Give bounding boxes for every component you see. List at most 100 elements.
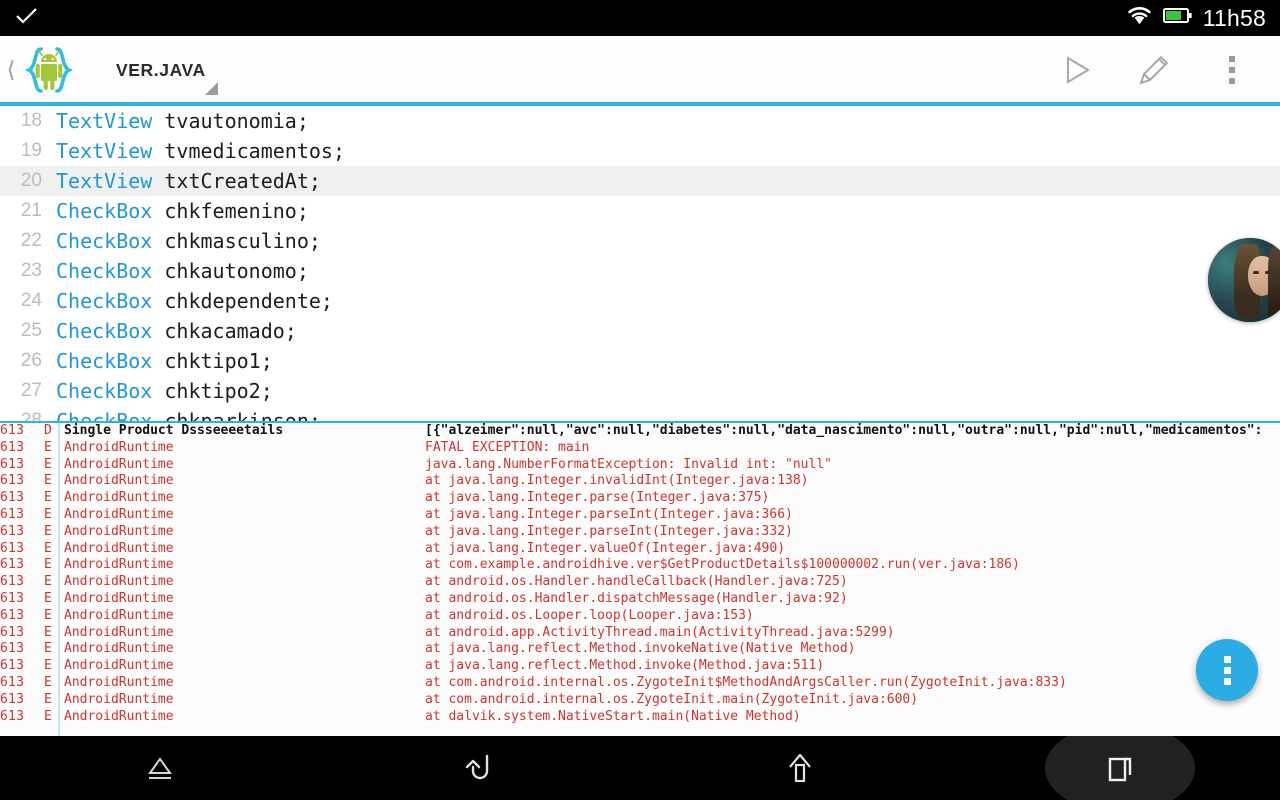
line-number: 18: [20, 110, 42, 131]
logcat-row[interactable]: 7613 E AndroidRuntime at java.lang.reflect.…: [0, 658, 1280, 675]
code-token-type: CheckBox: [56, 409, 153, 421]
run-play-icon[interactable]: [1054, 48, 1098, 92]
code-token-punctuation: ;: [308, 409, 321, 421]
code-text: TextView tvmedicamentos;: [56, 136, 345, 166]
code-token-type: TextView: [56, 139, 153, 163]
line-number: 23: [20, 260, 42, 281]
logcat-tag: AndroidRuntime: [64, 641, 174, 657]
avatar-photo-detail: [1265, 271, 1271, 274]
code-token-punctuation: ;: [296, 259, 309, 283]
overflow-menu-icon[interactable]: [1210, 48, 1254, 92]
logcat-row[interactable]: 7613 E AndroidRuntime at android.os.Handler…: [0, 574, 1280, 591]
code-token-punctuation: ;: [260, 349, 273, 373]
overflow-menu-icon: [1223, 655, 1231, 685]
code-token-identifier: tvmedicamentos: [164, 139, 333, 163]
avatar[interactable]: [1208, 238, 1280, 322]
logcat-row[interactable]: 7613 E AndroidRuntime at com.example.androi…: [0, 557, 1280, 574]
system-navigation-bar: [0, 736, 1280, 800]
logcat-row[interactable]: 7613 E AndroidRuntime at android.os.Looper.…: [0, 608, 1280, 625]
logcat-level: E: [44, 658, 52, 674]
code-line[interactable]: 25 CheckBox chkacamado;: [0, 316, 1280, 346]
code-token-identifier: tvautonomia: [164, 109, 297, 133]
logcat-pid: 7613: [0, 473, 25, 489]
logcat-tag: AndroidRuntime: [64, 674, 174, 690]
code-token-identifier: chkfemenino: [164, 199, 297, 223]
logcat-message: at com.android.internal.os.ZygoteInit$Me…: [425, 674, 1067, 690]
logcat-message: at android.os.Handler.handleCallback(Han…: [425, 574, 848, 590]
line-number: 20: [20, 170, 42, 191]
logcat-tag: AndroidRuntime: [64, 490, 174, 506]
code-token-type: CheckBox: [56, 349, 153, 373]
floating-action-button[interactable]: [1196, 639, 1258, 701]
logcat-pid: 7613: [0, 540, 25, 556]
code-line[interactable]: 23 CheckBox chkautonomo;: [0, 256, 1280, 286]
code-line[interactable]: 19 TextView tvmedicamentos;: [0, 136, 1280, 166]
logcat-message: at android.os.Handler.dispatchMessage(Ha…: [425, 590, 848, 606]
logcat-level: D: [44, 423, 52, 438]
code-line[interactable]: 26 CheckBox chktipo1;: [0, 346, 1280, 376]
code-text: CheckBox chktipo1;: [56, 346, 273, 376]
logcat-level: E: [44, 523, 52, 539]
logcat-row[interactable]: 7613 E AndroidRuntime at java.lang.reflect.…: [0, 641, 1280, 658]
logcat-row[interactable]: 7613 E AndroidRuntime at java.lang.Integer.…: [0, 473, 1280, 490]
logcat-tag: AndroidRuntime: [64, 439, 174, 455]
line-number: 28: [20, 410, 42, 421]
logcat-row[interactable]: 7613 E AndroidRuntime at java.lang.Integer.…: [0, 541, 1280, 558]
code-line[interactable]: 27 CheckBox chktipo2;: [0, 376, 1280, 406]
code-line[interactable]: 28 CheckBox chkparkinson;: [0, 406, 1280, 421]
code-line[interactable]: 22 CheckBox chkmasculino;: [0, 226, 1280, 256]
logcat-row[interactable]: 7613 E AndroidRuntime at java.lang.Integer.…: [0, 524, 1280, 541]
logcat-tag: AndroidRuntime: [64, 557, 174, 573]
logcat-tag: AndroidRuntime: [64, 624, 174, 640]
app-toolbar: ⟨ VER.JAVA: [0, 36, 1280, 104]
logcat-level: E: [44, 506, 52, 522]
toolbar-left-group: ⟨ VER.JAVA: [0, 36, 206, 104]
logcat-row[interactable]: 7613 E AndroidRuntime java.lang.NumberForma…: [0, 457, 1280, 474]
logcat-row[interactable]: 7613 D Single Product Dssseeeetails [{"alze…: [0, 423, 1280, 440]
code-token-type: CheckBox: [56, 199, 153, 223]
logcat-row[interactable]: 7613 E AndroidRuntime at com.android.intern…: [0, 692, 1280, 709]
nav-recents-icon[interactable]: [960, 736, 1280, 800]
logcat-row[interactable]: 7613 E AndroidRuntime at java.lang.Integer.…: [0, 490, 1280, 507]
code-text: CheckBox chkacamado;: [56, 316, 297, 346]
logcat-pid: 7613: [0, 708, 25, 724]
logcat-row[interactable]: 7613 E AndroidRuntime at com.android.intern…: [0, 675, 1280, 692]
nav-collapse-icon[interactable]: [0, 736, 320, 800]
logcat-row[interactable]: 7613 E AndroidRuntime at android.os.Handler…: [0, 591, 1280, 608]
aide-android-logo-icon[interactable]: [20, 41, 78, 99]
code-editor[interactable]: 18 TextView tvautonomia; 19 TextView tvmedi…: [0, 106, 1280, 421]
logcat-level: E: [44, 490, 52, 506]
code-token-type: TextView: [56, 169, 153, 193]
code-line[interactable]: 24 CheckBox chkdependente;: [0, 286, 1280, 316]
code-line[interactable]: 20 TextView txtCreatedAt;: [0, 166, 1280, 196]
logcat-panel[interactable]: 7613 D Single Product Dssseeeetails [{"alze…: [0, 421, 1280, 738]
logcat-level: E: [44, 456, 52, 472]
logcat-pid: 7613: [0, 423, 25, 438]
code-token-punctuation: ;: [332, 139, 345, 163]
logcat-level: E: [44, 641, 52, 657]
line-number: 22: [20, 230, 42, 251]
logcat-row[interactable]: 7613 E AndroidRuntime at android.app.Activi…: [0, 625, 1280, 642]
logcat-pid: 7613: [0, 607, 25, 623]
logcat-tag: AndroidRuntime: [64, 708, 174, 724]
code-line[interactable]: 18 TextView tvautonomia;: [0, 106, 1280, 136]
back-chevron-icon[interactable]: ⟨: [2, 59, 20, 81]
line-number: 21: [20, 200, 42, 221]
nav-back-icon[interactable]: [320, 736, 640, 800]
status-bar-system: 11h58: [1126, 5, 1270, 32]
logcat-row[interactable]: 7613 E AndroidRuntime FATAL EXCEPTION: main: [0, 440, 1280, 457]
dropdown-triangle-icon[interactable]: [205, 82, 218, 95]
edit-pencil-icon[interactable]: [1132, 48, 1176, 92]
logcat-message: at dalvik.system.NativeStart.main(Native…: [425, 708, 801, 724]
logcat-pid: 7613: [0, 456, 25, 472]
code-line[interactable]: 21 CheckBox chkfemenino;: [0, 196, 1280, 226]
logcat-row[interactable]: 7613 E AndroidRuntime at java.lang.Integer.…: [0, 507, 1280, 524]
logcat-message: at java.lang.reflect.Method.invokeNative…: [425, 641, 856, 657]
nav-home-icon[interactable]: [640, 736, 960, 800]
logcat-tag: Single Product Dssseeeetails: [64, 423, 284, 438]
logcat-level: E: [44, 557, 52, 573]
logcat-tag: AndroidRuntime: [64, 590, 174, 606]
logcat-tag: AndroidRuntime: [64, 658, 174, 674]
logcat-level: E: [44, 540, 52, 556]
logcat-row[interactable]: 7613 E AndroidRuntime at dalvik.system.Nati…: [0, 709, 1280, 726]
